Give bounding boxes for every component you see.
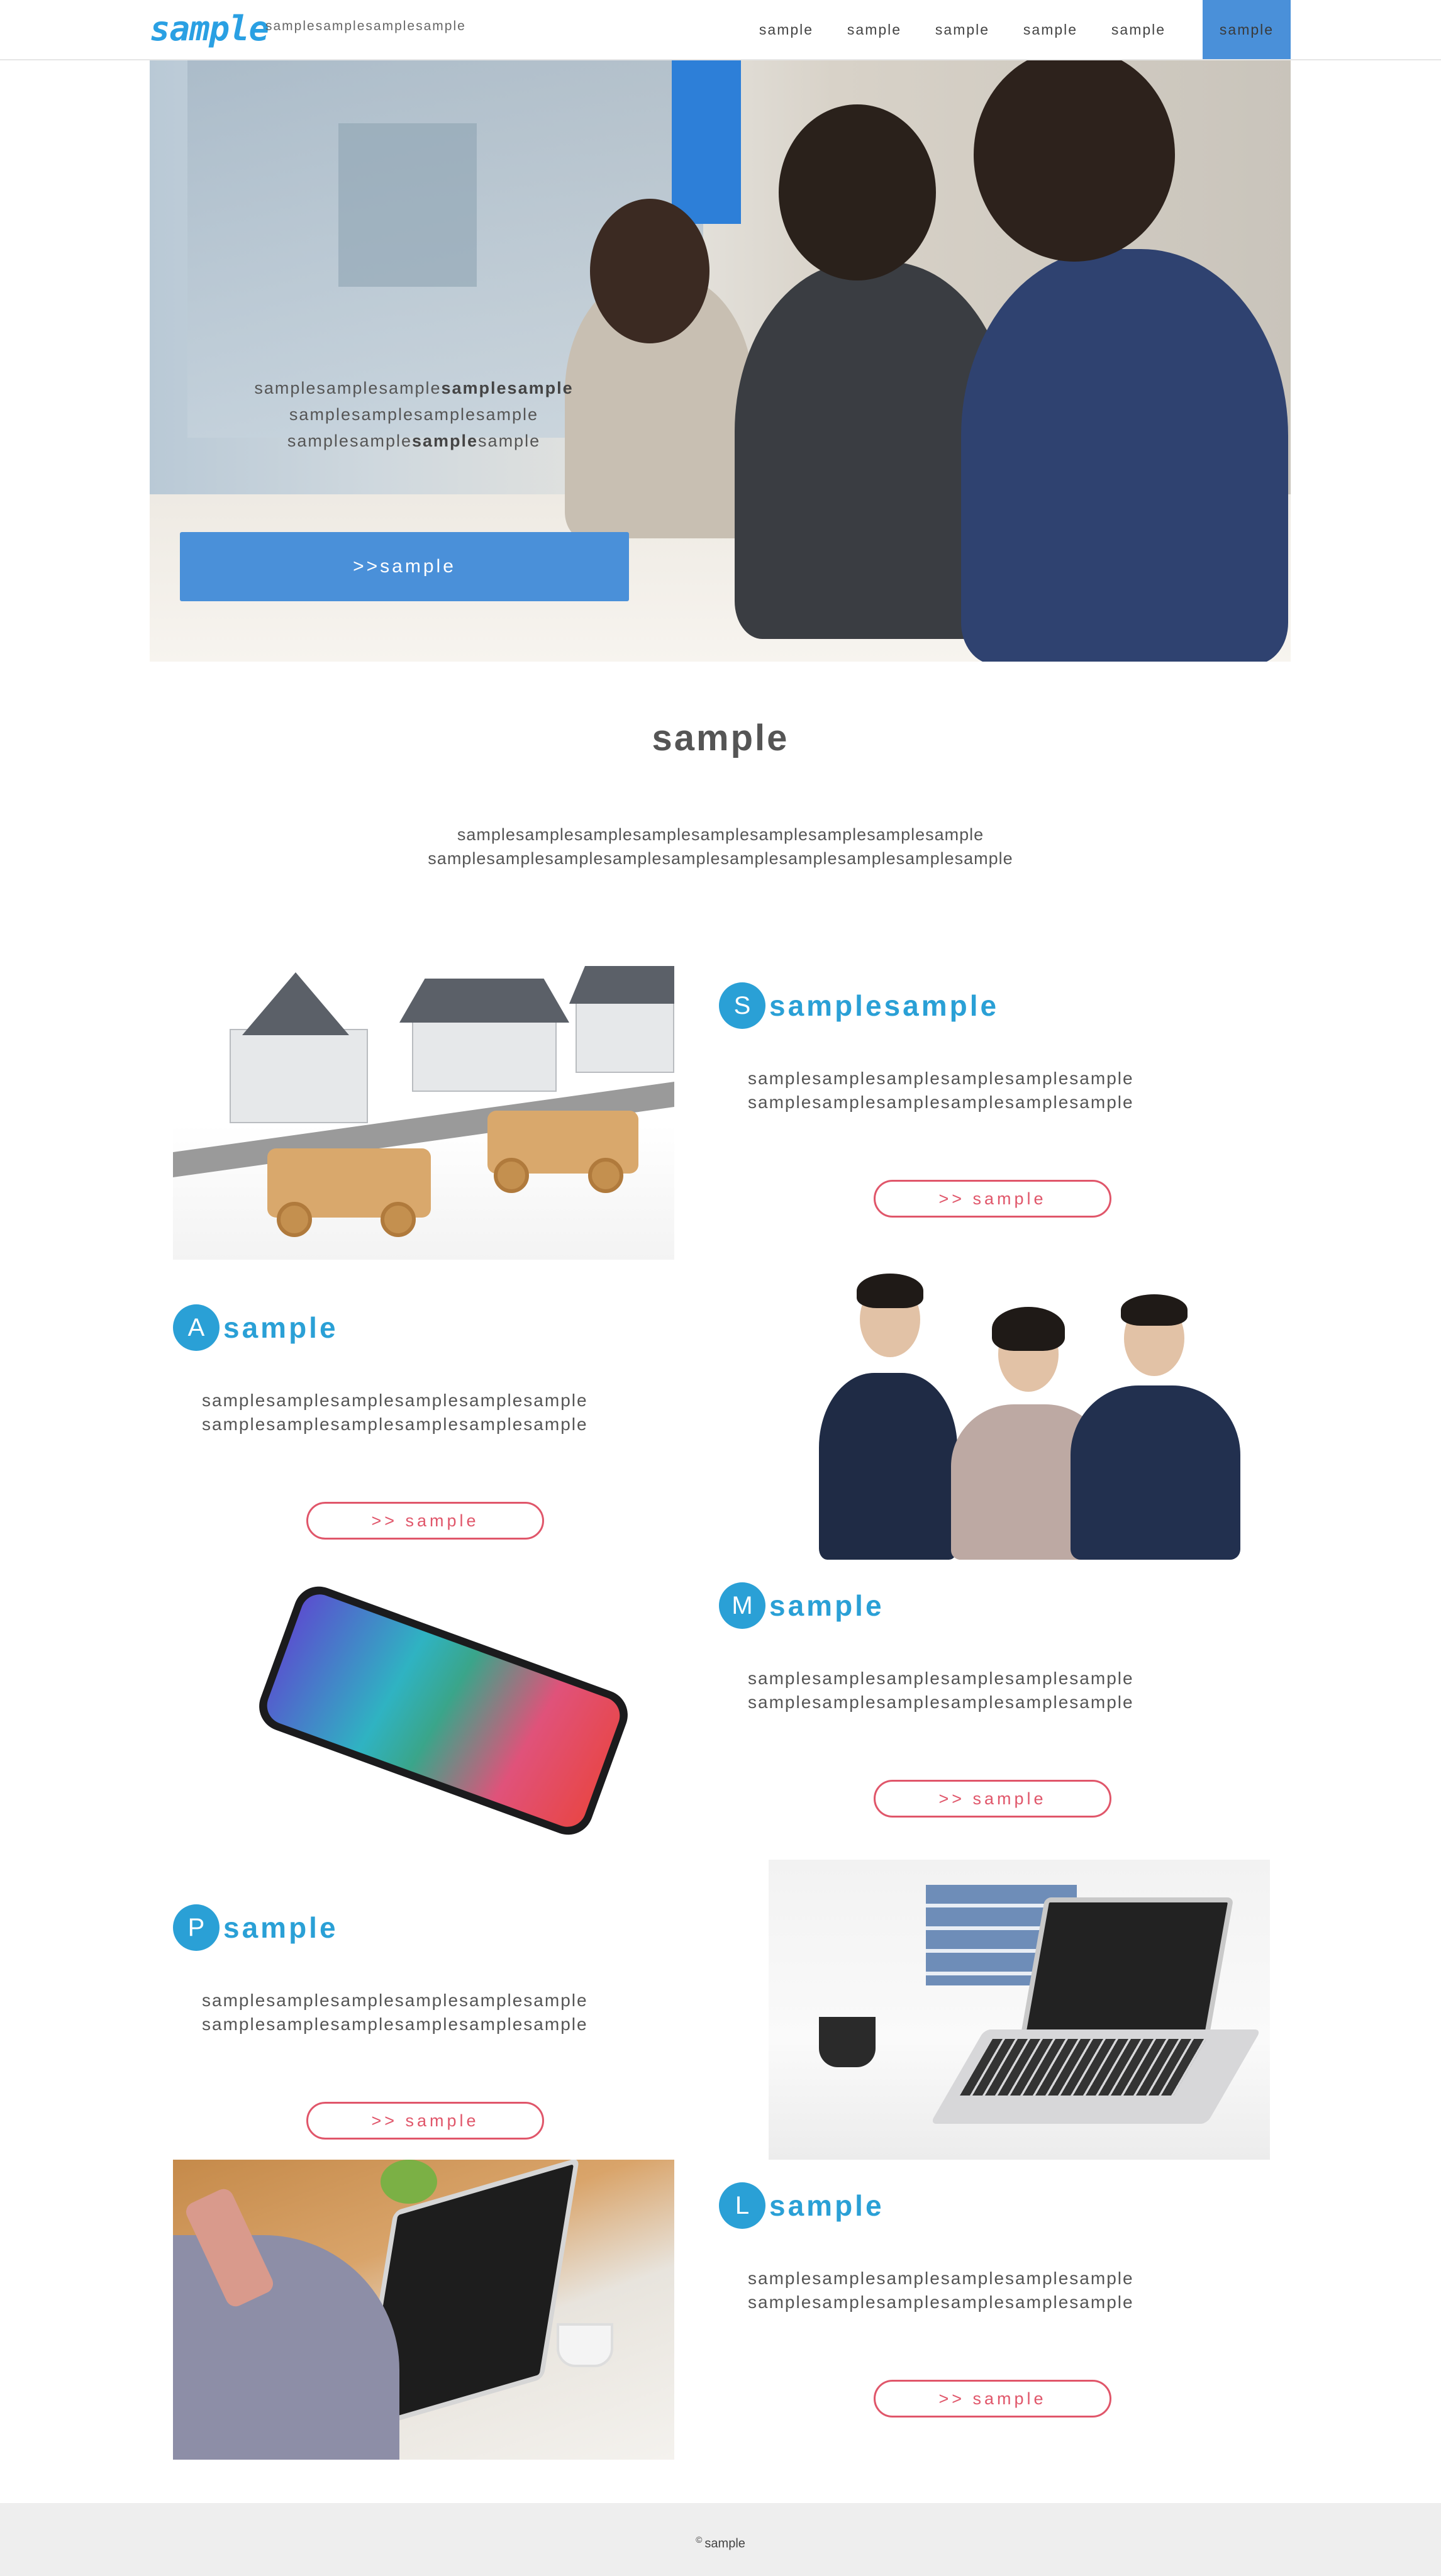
service-a-text: samplesamplesamplesamplesamplesample sam… [202,1389,588,1436]
hero-image-person-man-front-head [974,60,1175,262]
team-person-left-body [819,1373,957,1560]
laptop-lid [1020,1897,1234,2036]
service-s-button[interactable]: >> sample [874,1180,1111,1218]
footer-text: sample [704,2536,745,2551]
hero-line-3-a: samplesample [287,431,412,450]
service-a-badge: A [173,1304,220,1351]
service-s-image [173,960,674,1260]
hero-line-2: samplesamplesamplesample [289,405,539,424]
service-a-text-line-2: samplesamplesamplesamplesamplesample [202,1414,588,1434]
service-s-badge: S [719,982,765,1029]
hero-line-1-a: samplesamplesample [254,379,442,397]
hero-image-person-man-head [779,104,936,280]
service-p-image [769,1860,1270,2160]
service-a-image [769,1260,1270,1560]
nav-item-1[interactable]: sample [742,0,830,59]
site-header: sample samplesamplesamplesample sample s… [0,0,1441,60]
service-a-button[interactable]: >> sample [306,1502,544,1540]
house-1-roof [242,972,349,1035]
hero-line-1-b: samplesample [441,379,574,397]
service-a-title: sample [223,1311,338,1344]
service-l-text: samplesamplesamplesamplesamplesample sam… [748,2267,1134,2314]
section-title: sample [652,718,789,758]
service-m-text: samplesamplesamplesamplesamplesample sam… [748,1667,1134,1714]
service-p-heading: P sample [173,1904,338,1951]
service-m-text-line-2: samplesamplesamplesamplesamplesample [748,1692,1134,1712]
hero-line-3-c: sample [478,431,541,450]
main-nav: sample sample sample sample sample sampl… [742,0,1291,59]
house-3-roof [569,966,674,1004]
toy-truck-1-wheel-b [381,1202,416,1237]
service-m-badge: M [719,1582,765,1629]
copyright-symbol: © [696,2534,703,2545]
nav-item-4[interactable]: sample [1006,0,1094,59]
site-footer: © sample [0,2503,1441,2576]
team-person-right-hair [1121,1294,1188,1326]
nav-item-active[interactable]: sample [1203,0,1291,59]
service-m-image [173,1560,674,1860]
service-p-badge: P [173,1904,220,1951]
site-logo[interactable]: sample [150,9,269,48]
service-p-text-line-1: samplesamplesamplesamplesamplesample [202,1990,588,2010]
house-2-roof [399,979,569,1023]
house-2 [412,1016,557,1092]
service-m-button[interactable]: >> sample [874,1780,1111,1818]
hero-image-window-pane [338,123,477,287]
service-s-text-line-2: samplesamplesamplesamplesamplesample [748,1092,1134,1112]
service-l-badge: L [719,2182,765,2229]
toy-truck-1-wheel-a [277,1202,312,1237]
intro-line-1: samplesamplesamplesamplesamplesamplesamp… [457,825,984,844]
toy-truck-2-wheel-a [494,1158,529,1193]
team-person-right-body [1071,1385,1240,1560]
service-m-text-line-1: samplesamplesamplesamplesamplesample [748,1668,1134,1688]
hero-banner: samplesamplesamplesamplesample samplesam… [150,60,1291,662]
nav-item-5[interactable]: sample [1094,0,1182,59]
service-l-heading: L sample [719,2182,884,2229]
plant-illustration [381,2160,437,2204]
team-person-middle-hair [992,1307,1065,1351]
service-p-button[interactable]: >> sample [306,2102,544,2140]
smartphone-illustration [252,1579,635,1842]
service-s-text-line-1: samplesamplesamplesamplesamplesample [748,1069,1134,1088]
service-p-title: sample [223,1911,338,1944]
smartphone-screen [262,1589,625,1833]
house-3 [576,997,674,1073]
nav-item-3[interactable]: sample [918,0,1006,59]
service-s-title: samplesample [769,989,999,1022]
hero-copy: samplesamplesamplesamplesample samplesam… [238,375,590,454]
service-s-heading: S samplesample [719,982,999,1029]
service-l-title: sample [769,2189,884,2222]
service-s-text: samplesamplesamplesamplesamplesample sam… [748,1067,1134,1114]
service-l-text-line-2: samplesamplesamplesamplesamplesample [748,2292,1134,2312]
service-m-heading: M sample [719,1582,884,1629]
service-a-text-line-1: samplesamplesamplesamplesamplesample [202,1391,588,1410]
service-p-text-line-2: samplesamplesamplesamplesamplesample [202,2014,588,2034]
service-m-title: sample [769,1589,884,1622]
hero-cta-button[interactable]: >>sample [180,532,629,601]
cup-illustration [557,2323,613,2367]
hero-image-person-man-front [961,249,1288,662]
coffee-cup [819,2017,876,2067]
site-tagline: samplesamplesamplesample [265,19,466,33]
service-l-text-line-1: samplesamplesamplesamplesamplesample [748,2268,1134,2288]
service-a-heading: A sample [173,1304,338,1351]
service-l-button[interactable]: >> sample [874,2380,1111,2418]
intro-text: samplesamplesamplesamplesamplesamplesamp… [0,823,1441,870]
hero-image-person-woman-head [590,199,709,343]
hero-image-blue-panel [672,60,741,224]
hero-line-3: samplesamplesamplesample [238,428,590,454]
intro-line-2: samplesamplesamplesamplesamplesamplesamp… [428,849,1013,868]
hero-line-3-b: sample [411,431,479,450]
nav-item-2[interactable]: sample [830,0,918,59]
person-arm-illustration [173,2235,399,2460]
toy-truck-2-wheel-b [588,1158,623,1193]
house-1 [230,1029,368,1123]
service-p-text: samplesamplesamplesamplesamplesample sam… [202,1989,588,2036]
service-l-image [173,2160,674,2460]
laptop-keyboard [960,2039,1206,2096]
hero-line-1: samplesamplesamplesamplesample [238,375,590,401]
team-person-left-hair [857,1274,923,1308]
